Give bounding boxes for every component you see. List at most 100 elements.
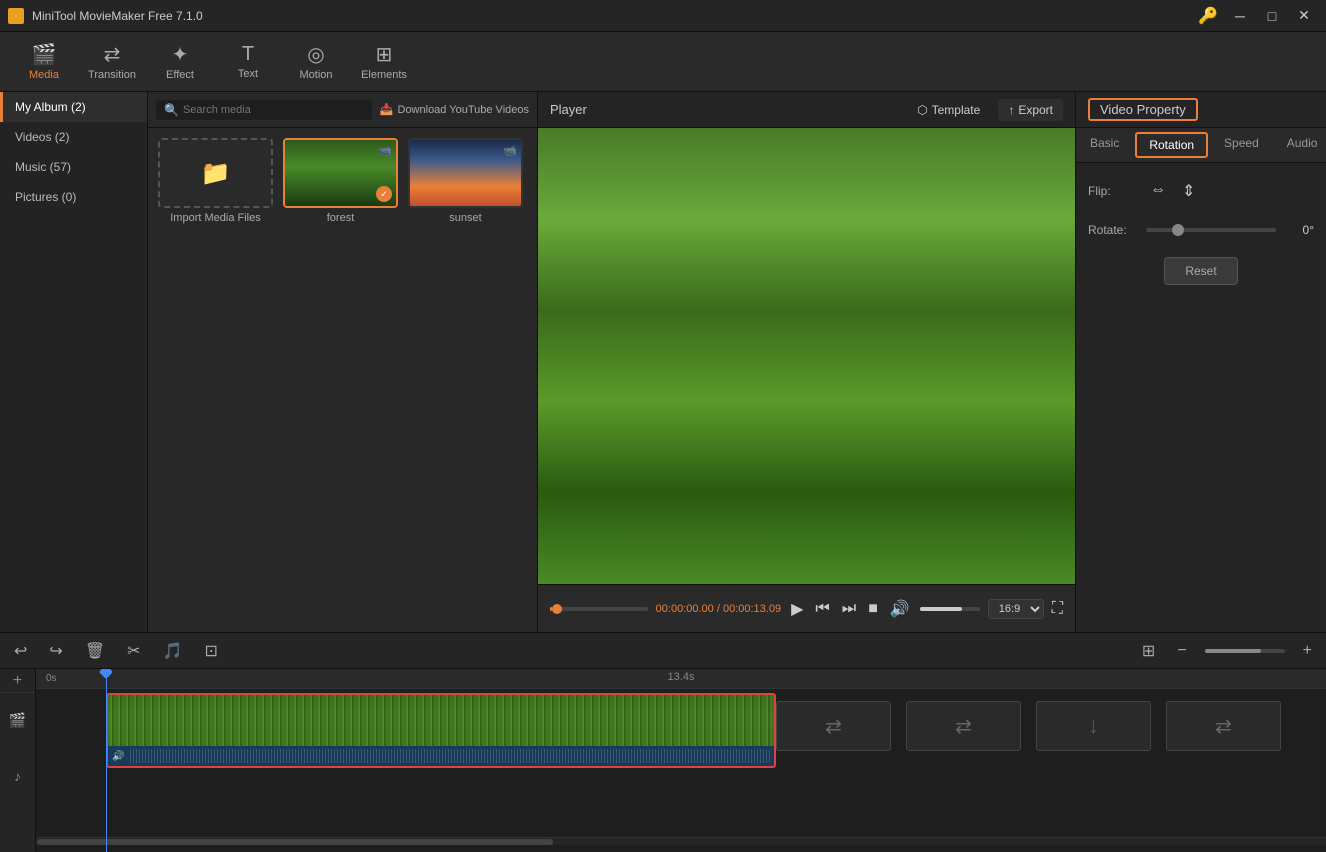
player-controls: 00:00:00.00 / 00:00:13.09 ▶ ⏮ ⏭ ■ 🔊 16:9…: [538, 584, 1075, 632]
redo-button[interactable]: ↪: [45, 639, 66, 663]
forest-media-item[interactable]: 📹 ✓ forest: [283, 138, 398, 224]
video-badge-icon2: 📹: [503, 144, 517, 157]
zoom-slider[interactable]: [1205, 649, 1285, 653]
audio-icon: 🔊: [112, 751, 124, 762]
export-icon: ↑: [1008, 103, 1014, 117]
toolbar-transition[interactable]: ⇄ Transition: [78, 36, 146, 88]
prev-frame-button[interactable]: ⏮: [813, 598, 831, 620]
fullscreen-button[interactable]: ⛶: [1052, 600, 1063, 618]
fit-timeline-button[interactable]: ⊞: [1138, 639, 1159, 663]
forest-media-thumb[interactable]: 📹 ✓: [283, 138, 398, 208]
player-label: Player: [550, 102, 899, 117]
undo-button[interactable]: ↩: [10, 639, 31, 663]
crop-button[interactable]: ⊡: [200, 639, 221, 663]
timeline-duration: 13.4s: [668, 671, 695, 683]
reset-button[interactable]: Reset: [1164, 257, 1237, 285]
video-clip[interactable]: 🔊: [106, 693, 776, 768]
sidebar-item-music[interactable]: Music (57): [0, 152, 147, 182]
transition-placeholder-3[interactable]: ↓: [1036, 701, 1151, 751]
volume-slider[interactable]: [920, 607, 980, 611]
rotate-slider[interactable]: [1146, 228, 1276, 232]
template-icon: ⬡: [917, 103, 927, 117]
minimize-button[interactable]: ─: [1226, 6, 1254, 26]
transition-arrow-1: ⇄: [825, 714, 842, 739]
cut-button[interactable]: ✂: [123, 639, 144, 663]
transition-placeholder-1[interactable]: ⇄: [776, 701, 891, 751]
video-waveform: [108, 695, 774, 750]
key-icon: 🔑: [1198, 6, 1218, 26]
tab-speed[interactable]: Speed: [1210, 128, 1273, 162]
zoom-in-button[interactable]: +: [1299, 640, 1316, 662]
sidebar: My Album (2) Videos (2) Music (57) Pictu…: [0, 92, 148, 632]
timeline-area: ↩ ↪ 🗑 ✂ 🎵 ⊡ ⊞ − + + 🎬 ♪ 0s 13.4s: [0, 632, 1326, 852]
detach-audio-button[interactable]: 🎵: [159, 639, 187, 663]
maximize-button[interactable]: □: [1258, 6, 1286, 26]
export-button[interactable]: ↑ Export: [998, 99, 1063, 121]
progress-bar[interactable]: [550, 607, 648, 611]
volume-icon[interactable]: 🔊: [888, 597, 912, 621]
search-input[interactable]: [183, 104, 364, 116]
transition-placeholder-2[interactable]: ⇄: [906, 701, 1021, 751]
sunset-media-item[interactable]: 📹 sunset: [408, 138, 523, 224]
right-panel-header: Video Property: [1076, 92, 1326, 128]
flip-buttons: ⇔ ⇕: [1146, 179, 1199, 203]
search-icon: 🔍: [164, 103, 179, 117]
tab-rotation[interactable]: Rotation: [1135, 132, 1208, 158]
video-badge-icon: 📹: [378, 144, 392, 157]
next-frame-button[interactable]: ⏭: [840, 598, 858, 620]
property-tabs: Basic Rotation Speed Audio: [1076, 128, 1326, 163]
sunset-media-thumb[interactable]: 📹: [408, 138, 523, 208]
time-display: 00:00:00.00 / 00:00:13.09: [656, 603, 781, 615]
close-button[interactable]: ✕: [1290, 6, 1318, 26]
audio-strip: 🔊: [108, 746, 774, 766]
stop-button[interactable]: ■: [866, 598, 880, 620]
sidebar-item-my-album[interactable]: My Album (2): [0, 92, 147, 122]
video-preview: [538, 128, 1075, 584]
player-area: Player ⬡ Template ↑ Export 00:00:00.00 /…: [538, 92, 1076, 632]
right-panel: Video Property Basic Rotation Speed Audi…: [1076, 92, 1326, 632]
playhead: [106, 669, 107, 852]
download-youtube-button[interactable]: 📥 Download YouTube Videos: [380, 103, 529, 116]
download-icon: 📥: [380, 103, 394, 116]
toolbar-media[interactable]: 🎬 Media: [10, 36, 78, 88]
zoom-out-button[interactable]: −: [1173, 640, 1190, 662]
motion-icon: ◎: [307, 42, 324, 67]
transition-arrow-3: ↓: [1037, 702, 1150, 750]
flip-horizontal-button[interactable]: ⇔: [1146, 179, 1170, 203]
import-media-thumb[interactable]: 📁: [158, 138, 273, 208]
timeline-scrollbar[interactable]: [36, 837, 1326, 845]
text-icon: T: [242, 43, 254, 66]
main-toolbar: 🎬 Media ⇄ Transition ✦ Effect T Text ◎ M…: [0, 32, 1326, 92]
flip-vertical-button[interactable]: ⇕: [1178, 179, 1199, 203]
play-button[interactable]: ▶: [789, 597, 805, 621]
toolbar-elements[interactable]: ⊞ Elements: [350, 36, 418, 88]
sidebar-item-videos[interactable]: Videos (2): [0, 122, 147, 152]
aspect-ratio-select[interactable]: 16:9 4:3 1:1 9:16: [988, 599, 1044, 619]
timeline-main: 0s 13.4s 🔊 ⇄: [36, 669, 1326, 852]
transition-arrow-2: ⇄: [955, 714, 972, 739]
transition-icon: ⇄: [104, 42, 121, 67]
toolbar-text[interactable]: T Text: [214, 36, 282, 88]
music-track: [36, 782, 1326, 837]
delete-button[interactable]: 🗑: [81, 639, 109, 663]
scrollbar-thumb: [37, 839, 553, 845]
timeline-track-icons: + 🎬 ♪: [0, 669, 36, 852]
media-panel: 🔍 📥 Download YouTube Videos 📁 Import Med…: [148, 92, 538, 632]
zoom-fill: [1205, 649, 1261, 653]
transition-placeholder-4[interactable]: ⇄: [1166, 701, 1281, 751]
tab-audio[interactable]: Audio: [1273, 128, 1326, 162]
property-content: Flip: ⇔ ⇕ Rotate: 0° Reset: [1076, 163, 1326, 632]
search-box: 🔍: [156, 100, 372, 120]
sidebar-item-pictures[interactable]: Pictures (0): [0, 182, 147, 212]
timeline-body: + 🎬 ♪ 0s 13.4s 🔊: [0, 669, 1326, 852]
timeline-ruler: 0s 13.4s: [36, 669, 1326, 689]
template-button[interactable]: ⬡ Template: [907, 99, 990, 121]
add-track-icon[interactable]: +: [0, 669, 35, 693]
tab-basic[interactable]: Basic: [1076, 128, 1133, 162]
app-title: MiniTool MovieMaker Free 7.1.0: [32, 9, 1198, 23]
toolbar-motion[interactable]: ◎ Motion: [282, 36, 350, 88]
import-media-item[interactable]: 📁 Import Media Files: [158, 138, 273, 224]
video-track-icon: 🎬: [0, 693, 35, 748]
toolbar-effect[interactable]: ✦ Effect: [146, 36, 214, 88]
progress-dot: [552, 604, 562, 614]
